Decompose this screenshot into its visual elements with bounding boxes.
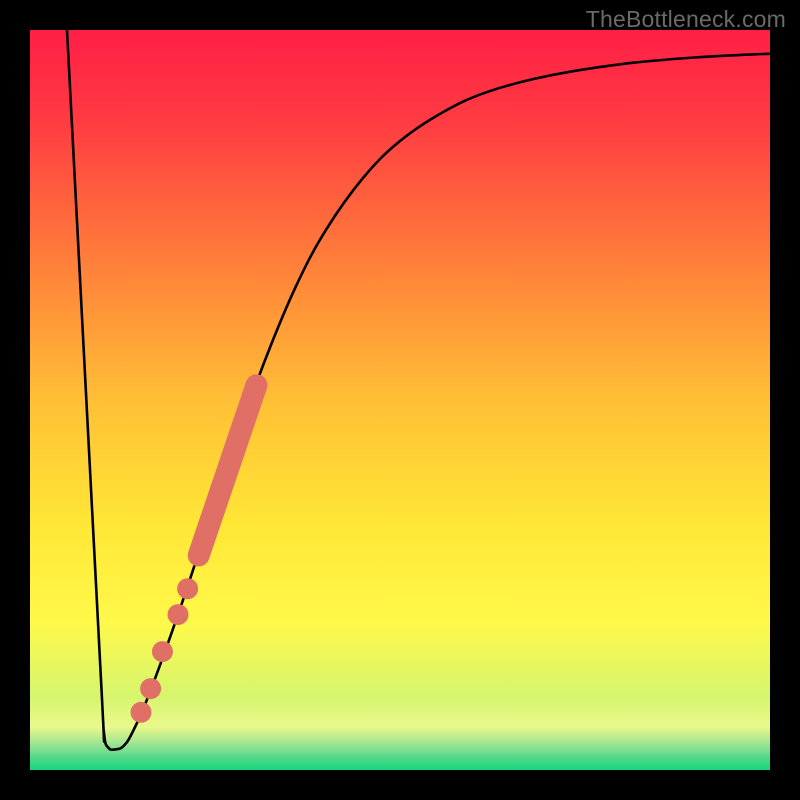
watermark-text: TheBottleneck.com: [586, 6, 786, 33]
chart-container: TheBottleneck.com: [0, 0, 800, 800]
marker-point: [168, 604, 189, 625]
plot-svg: [30, 30, 770, 770]
marker-point: [140, 678, 161, 699]
marker-point: [152, 641, 173, 662]
marker-point: [177, 578, 198, 599]
marker-point: [131, 702, 152, 723]
